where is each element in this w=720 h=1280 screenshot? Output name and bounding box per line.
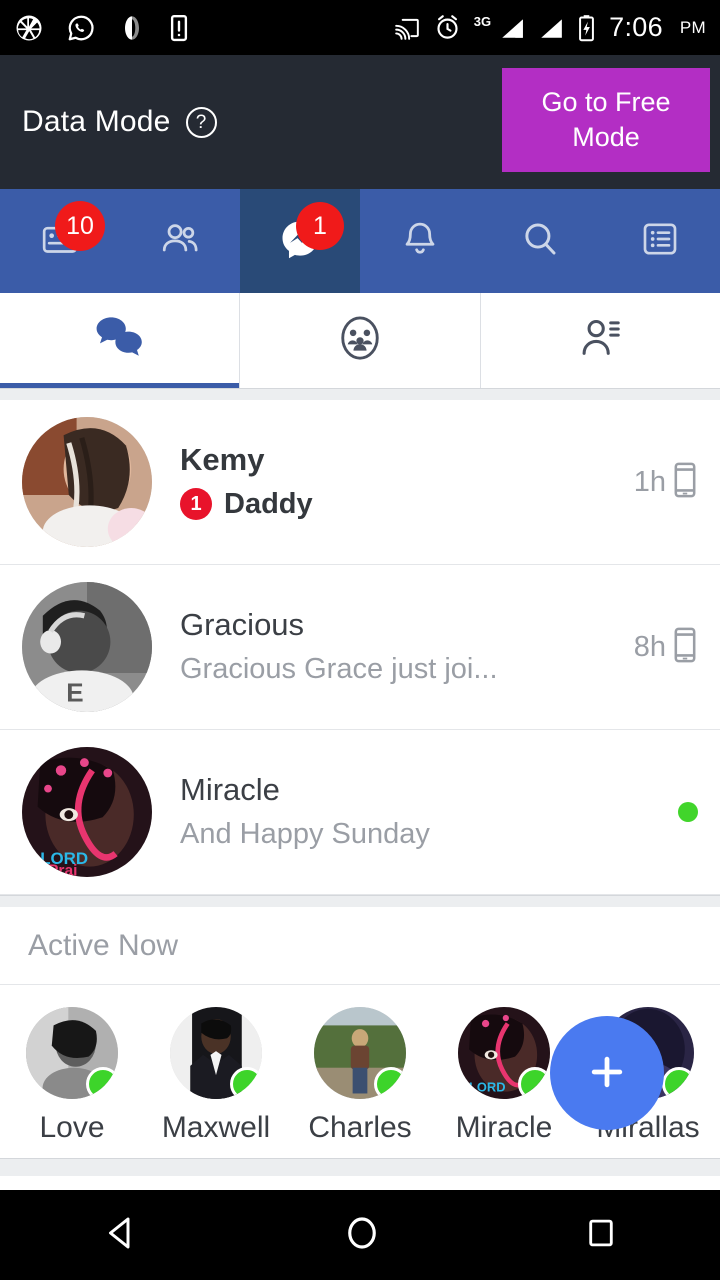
conversation-row[interactable]: LORD Prai Miracle And Happy Sunday [0,730,720,895]
phone-screen: 3G 7:06 PM Data Mode ? Go to Free Mode 1… [0,0,720,1280]
conversation-text: Kemy 1 Daddy [180,441,620,523]
conversation-name: Gracious [180,606,305,642]
mobile-phone-icon [672,626,698,669]
active-contact-name: Maxwell [161,1111,271,1144]
tab-contacts[interactable] [481,293,720,388]
conversation-snippet-row: 1 Daddy [180,486,620,524]
avatar: LORD Prai [22,747,152,877]
network-type-label: 3G [473,14,492,29]
conversation-row[interactable]: Kemy 1 Daddy 1h [0,400,720,565]
new-message-fab[interactable] [550,1016,664,1130]
conversation-meta [678,802,698,822]
signal-3g-icon [499,15,525,41]
conversation-snippet-row: And Happy Sunday [180,816,664,854]
question-mark-icon[interactable]: ? [185,106,217,138]
warning-icon [168,13,190,43]
nav-item-notifications[interactable] [360,189,480,293]
friends-icon [158,217,202,266]
list-top-divider [0,388,720,400]
conversation-snippet: Gracious Grace just joi... [180,652,498,685]
nav-item-newsfeed[interactable]: 10 [0,189,120,293]
conversation-snippet-row: Gracious Grace just joi... [180,651,620,689]
conversation-snippet: And Happy Sunday [180,817,430,850]
status-bar-clock: 7:06 [609,12,663,42]
list-menu-icon [640,219,680,264]
person-list-icon [577,314,623,367]
tab-chats[interactable] [0,293,241,388]
conversation-row[interactable]: E Gracious Gracious Grace just joi... 8h [0,565,720,730]
status-bar-ampm: PM [679,17,706,37]
avatar [314,1007,406,1099]
conversation-text: Miracle And Happy Sunday [180,771,664,853]
active-contact[interactable]: Maxwell [144,1007,288,1158]
conversation-meta: 8h [634,626,698,669]
opera-icon [118,13,146,43]
active-contact-name: Miracle [455,1111,553,1144]
list-bottom-divider [0,1158,720,1176]
tab-chats-underline [0,383,240,388]
android-navigation-bar [0,1190,720,1280]
data-mode-header: Data Mode ? Go to Free Mode [0,55,720,189]
nav-item-messenger[interactable]: 1 [240,189,360,293]
conversation-timestamp: 8h [633,630,666,663]
camera-aperture-icon [14,13,44,43]
facebook-nav-bar: 10 1 [0,189,720,293]
conversation-timestamp: 1h [633,465,666,498]
svg-text:E: E [66,678,83,708]
go-to-free-mode-button[interactable]: Go to Free Mode [502,68,710,172]
status-bar-right-icons: 3G 7:06 PM [393,12,706,43]
conversation-snippet: Daddy [224,487,313,520]
battery-charging-icon [577,14,596,42]
recents-square-icon[interactable] [582,1214,620,1257]
active-contact[interactable]: Love [0,1007,144,1158]
avatar [26,1007,118,1099]
active-now-title: Active Now [28,928,179,962]
cast-icon [393,15,421,41]
active-contact[interactable]: Charles [288,1007,432,1158]
online-status-dot [662,1067,694,1099]
conversation-meta: 1h [634,461,698,504]
active-contact-name: Love [39,1111,105,1144]
svg-text:Prai: Prai [48,863,77,877]
signal-icon [538,15,564,41]
avatar: LORD [458,1007,550,1099]
alarm-icon [434,14,461,41]
home-circle-icon[interactable] [341,1212,383,1259]
conversation-text: Gracious Gracious Grace just joi... [180,606,620,688]
data-mode-title: Data Mode [22,105,171,138]
messenger-badge: 1 [296,202,344,250]
avatar [22,417,152,547]
online-status-dot [374,1067,406,1099]
chat-bubbles-icon [94,315,146,366]
plus-icon [585,1050,629,1097]
mobile-phone-icon [672,461,698,504]
avatar [170,1007,262,1099]
bell-icon [399,218,441,265]
nav-item-search[interactable] [480,189,600,293]
group-circle-icon [337,313,383,368]
status-bar-left-icons [14,13,190,43]
unread-count-badge: 1 [180,488,212,521]
messenger-sub-tabs [0,293,720,388]
online-status-dot [518,1067,550,1099]
conversation-name: Kemy [180,441,265,477]
newsfeed-badge: 10 [55,201,105,251]
tab-groups[interactable] [240,293,481,388]
active-now-header: Active Now [0,907,720,985]
avatar: E [22,582,152,712]
whatsapp-icon [66,13,96,43]
search-icon [519,218,561,265]
active-contact-name: Charles [308,1111,412,1144]
conversation-name: Miracle [180,771,280,807]
status-bar: 3G 7:06 PM [0,0,720,55]
online-status-dot [678,802,698,822]
nav-item-friends[interactable] [120,189,240,293]
svg-text:LORD: LORD [469,1080,505,1095]
online-status-dot [230,1067,262,1099]
active-now-divider [0,895,720,907]
online-status-dot [86,1067,118,1099]
nav-item-menu[interactable] [600,189,720,293]
back-triangle-icon[interactable] [100,1212,142,1259]
